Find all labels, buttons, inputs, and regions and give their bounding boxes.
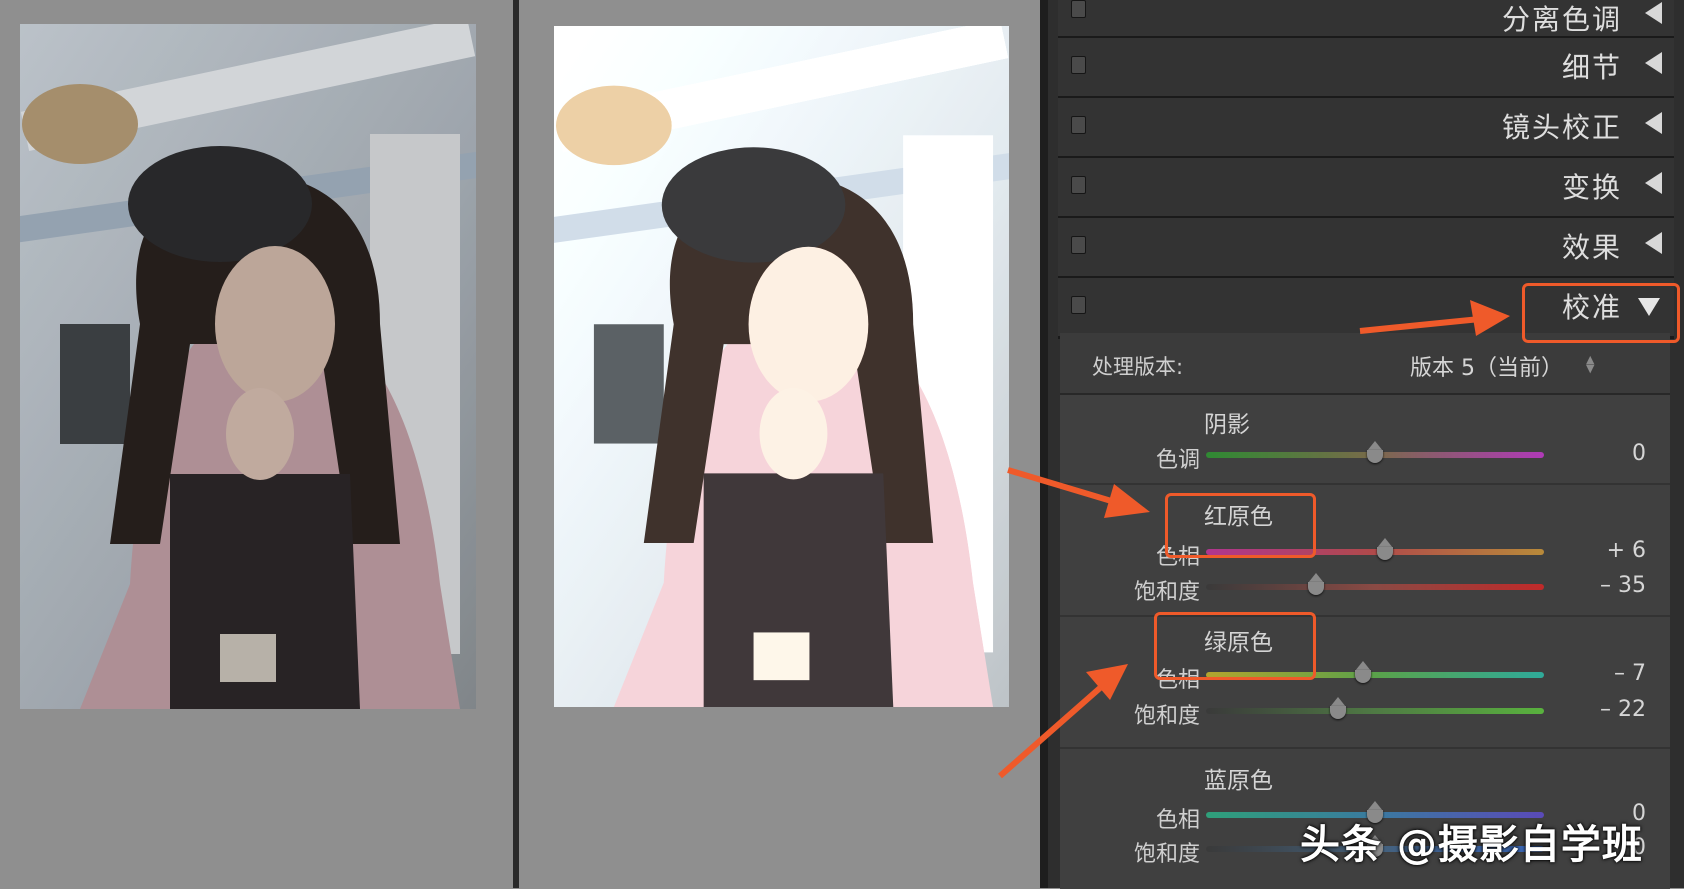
slider-thumb[interactable] bbox=[1375, 538, 1395, 562]
section-toggle[interactable] bbox=[1071, 56, 1086, 74]
section-transform[interactable]: 变换 bbox=[1058, 158, 1674, 219]
section-title: 分离色调 bbox=[1501, 3, 1622, 36]
section-effects[interactable]: 效果 bbox=[1058, 218, 1674, 279]
section-split-toning[interactable]: 分离色调 bbox=[1058, 0, 1674, 39]
updown-stepper-icon[interactable]: ▲ ▼ bbox=[1586, 354, 1594, 374]
section-toggle[interactable] bbox=[1071, 296, 1086, 314]
calibration-body: 处理版本: 版本 5（当前） ▲ ▼ 阴影 色调 0 红原色 色相 + 6 饱和… bbox=[1060, 333, 1670, 889]
highlight-box-red-primary bbox=[1165, 493, 1316, 558]
process-version-select[interactable]: 版本 5（当前） bbox=[1410, 350, 1563, 382]
group-title: 阴影 bbox=[1204, 412, 1250, 438]
green-hue-row: 色相 – 7 bbox=[1060, 659, 1670, 693]
highlight-box-green-primary bbox=[1154, 612, 1316, 680]
section-title: 变换 bbox=[1561, 171, 1622, 204]
develop-panel: 分离色调 细节 镜头校正 变换 效果 校准 处理版本: 版本 5（当前） ▲ ▼ … bbox=[1048, 0, 1684, 889]
slider-label: 饱和度 bbox=[1133, 842, 1200, 867]
highlight-box-calibration bbox=[1522, 283, 1680, 343]
red-primary-group: 红原色 色相 + 6 饱和度 – 35 bbox=[1060, 485, 1670, 617]
section-title: 镜头校正 bbox=[1501, 111, 1622, 144]
shadows-tint-row: 色调 0 bbox=[1060, 439, 1670, 473]
red-saturation-slider[interactable] bbox=[1206, 573, 1544, 595]
collapse-arrow-icon[interactable] bbox=[1645, 2, 1662, 24]
slider-thumb[interactable] bbox=[1353, 661, 1373, 685]
slider-label: 饱和度 bbox=[1133, 704, 1200, 729]
collapse-arrow-icon[interactable] bbox=[1645, 232, 1662, 254]
shadows-tint-slider[interactable] bbox=[1206, 441, 1544, 463]
collapse-arrow-icon[interactable] bbox=[1645, 52, 1662, 74]
slider-value[interactable]: – 7 bbox=[1614, 661, 1646, 686]
photo-before bbox=[20, 24, 476, 709]
green-saturation-row: 饱和度 – 22 bbox=[1060, 695, 1670, 729]
section-title: 细节 bbox=[1561, 51, 1622, 84]
process-version-label: 处理版本: bbox=[1092, 355, 1184, 379]
slider-label: 色相 bbox=[1155, 808, 1200, 833]
shadows-group: 阴影 色调 0 bbox=[1060, 395, 1670, 485]
section-toggle[interactable] bbox=[1071, 176, 1086, 194]
photo-after bbox=[554, 26, 1009, 707]
collapse-arrow-icon[interactable] bbox=[1645, 112, 1662, 134]
panel-divider bbox=[1040, 0, 1048, 888]
slider-label: 色调 bbox=[1155, 448, 1200, 473]
section-toggle[interactable] bbox=[1071, 0, 1086, 18]
section-lens-correction[interactable]: 镜头校正 bbox=[1058, 98, 1674, 159]
watermark-text: 头条 @摄影自学班 bbox=[1300, 822, 1643, 868]
green-saturation-slider[interactable] bbox=[1206, 697, 1544, 719]
red-saturation-row: 饱和度 – 35 bbox=[1060, 571, 1670, 605]
section-toggle[interactable] bbox=[1071, 116, 1086, 134]
slider-label: 饱和度 bbox=[1133, 580, 1200, 605]
slider-thumb[interactable] bbox=[1306, 573, 1326, 597]
group-title: 蓝原色 bbox=[1204, 768, 1273, 794]
slider-value[interactable]: – 22 bbox=[1600, 697, 1646, 722]
red-hue-row: 色相 + 6 bbox=[1060, 536, 1670, 570]
green-primary-group: 绿原色 色相 – 7 饱和度 – 22 bbox=[1060, 617, 1670, 749]
section-detail[interactable]: 细节 bbox=[1058, 38, 1674, 99]
slider-thumb[interactable] bbox=[1328, 697, 1348, 721]
section-title: 效果 bbox=[1561, 231, 1622, 264]
collapse-arrow-icon[interactable] bbox=[1645, 172, 1662, 194]
slider-value[interactable]: – 35 bbox=[1600, 573, 1646, 598]
slider-value[interactable]: + 6 bbox=[1607, 538, 1646, 563]
slider-thumb[interactable] bbox=[1365, 441, 1385, 465]
section-toggle[interactable] bbox=[1071, 236, 1086, 254]
slider-value[interactable]: 0 bbox=[1632, 441, 1646, 466]
compare-divider[interactable] bbox=[513, 0, 519, 888]
